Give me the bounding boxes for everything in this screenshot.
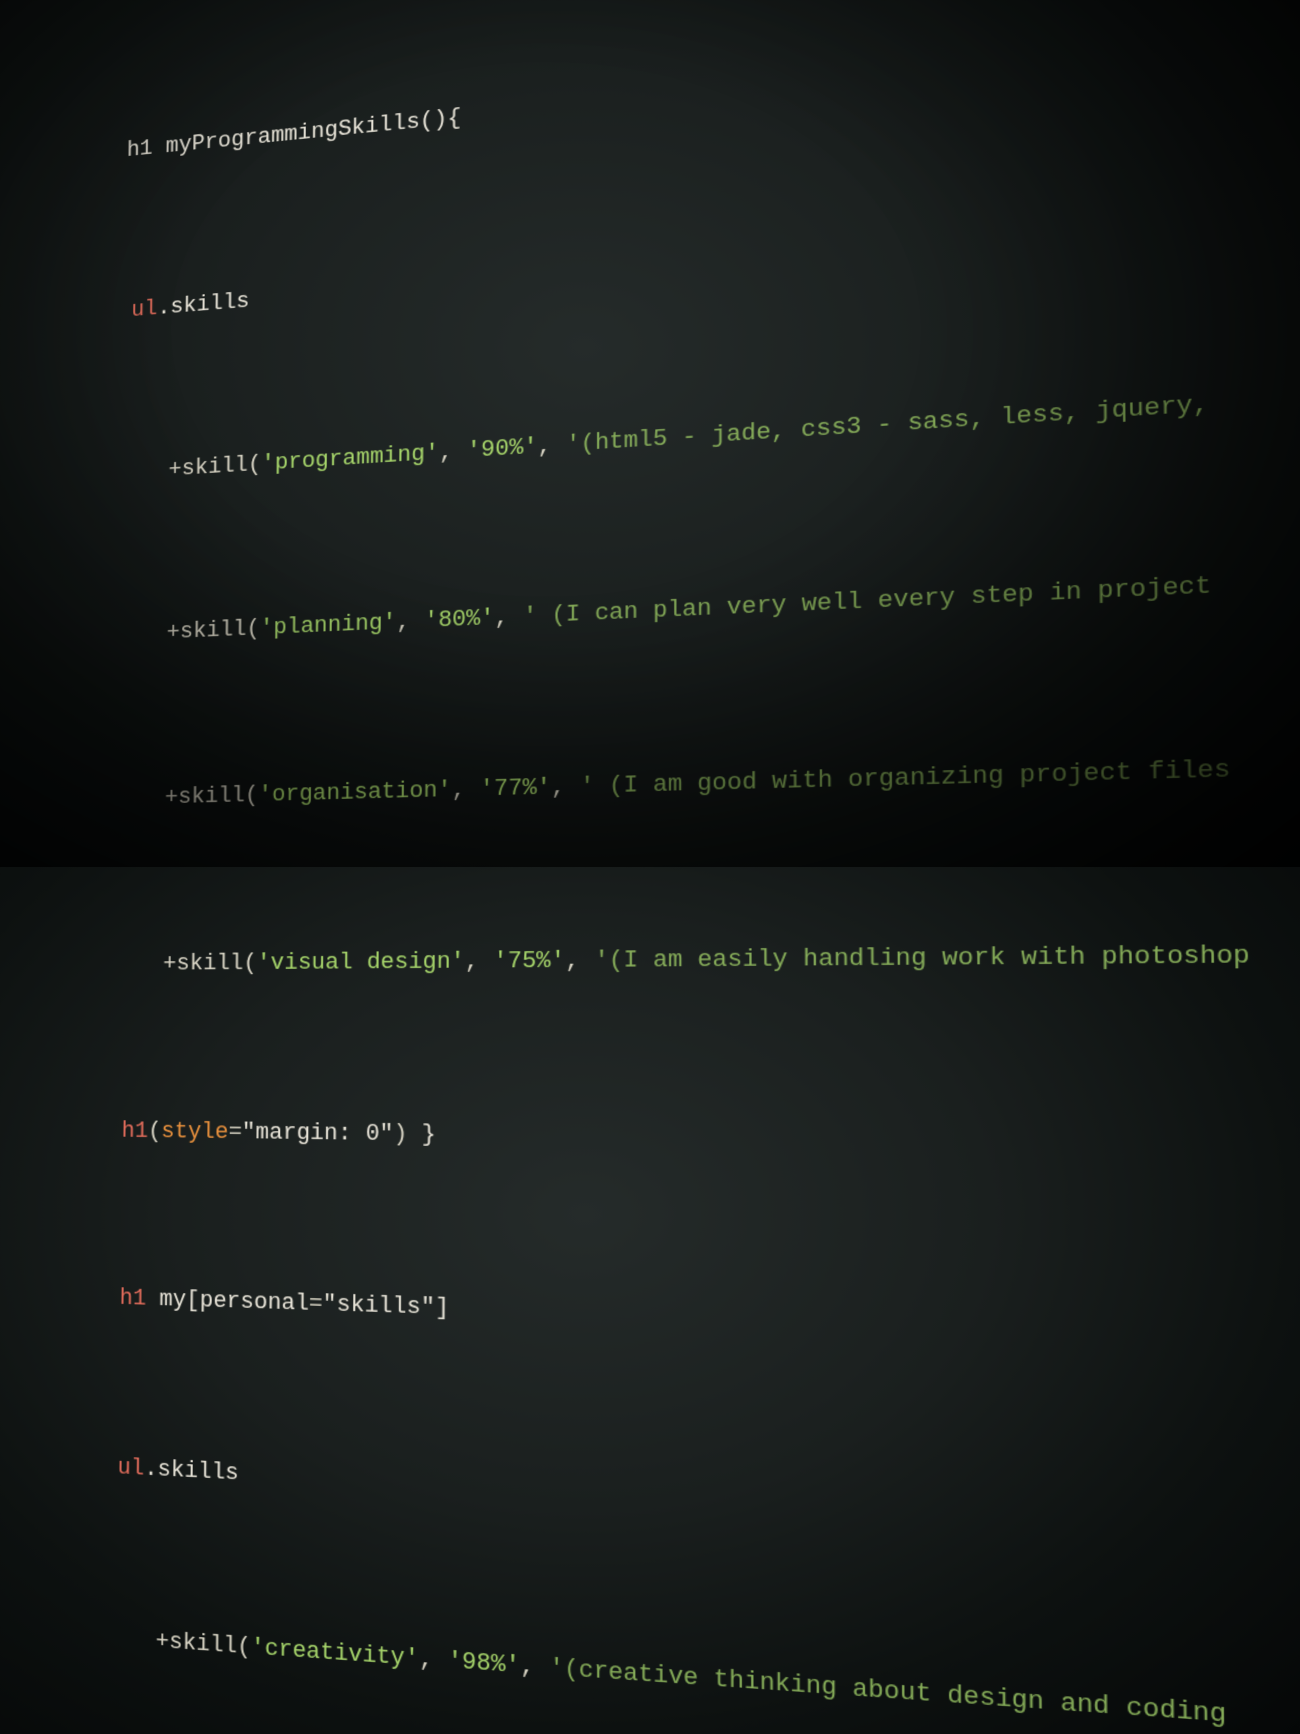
- token-attr-value: "skills": [323, 1291, 435, 1321]
- token-comma: ,: [537, 432, 566, 460]
- token-class: .skills: [144, 1456, 239, 1487]
- token-brace: }: [408, 1121, 436, 1148]
- code-editor-viewport: h1 myProgrammingSkills(){ ul.skills +ski…: [77, 0, 1300, 1734]
- code-line: +skill('planning', '80%', ' (I can plan …: [95, 541, 1300, 657]
- token-string: '(I am easily handling work with photosh…: [594, 942, 1250, 974]
- token-string: '77%': [480, 775, 551, 803]
- token-eq: =: [228, 1119, 242, 1145]
- code-line: h1 myProgrammingSkills(){: [101, 0, 1300, 174]
- token-string: '75%': [493, 947, 565, 974]
- token-attr: style: [161, 1118, 228, 1145]
- token-string: 'creativity': [251, 1634, 419, 1673]
- token-paren: (: [245, 782, 259, 808]
- token-string: ' (I can plan very well every step in pr…: [523, 573, 1212, 631]
- token-comma: ,: [494, 604, 522, 631]
- token-tag: h1: [119, 1285, 146, 1312]
- token-string: 'visual design': [257, 948, 465, 976]
- code-line: ul.skills: [84, 1446, 1300, 1575]
- token-brace: (){: [420, 105, 462, 134]
- token-string: '80%': [424, 605, 494, 634]
- token-paren: (: [248, 451, 262, 477]
- token-mixin: +skill: [163, 950, 244, 976]
- token-string: 'programming': [261, 440, 439, 477]
- token-mixin: +skill: [165, 783, 245, 811]
- token-comma: ,: [419, 1645, 448, 1674]
- code-line: +skill('organisation', '77%', ' (I am go…: [93, 734, 1300, 821]
- token-string: '98%': [448, 1647, 520, 1679]
- token-attr-value: "margin: 0": [242, 1119, 394, 1147]
- token-comma: ,: [551, 774, 580, 801]
- code-line: +skill('creativity', '98%', '(creative t…: [82, 1615, 1300, 1734]
- token-paren: (: [237, 1633, 251, 1661]
- token-eq: =: [309, 1291, 323, 1318]
- code-line: ul.skills: [99, 160, 1300, 334]
- code-line: +skill('programming', '90%', '(html5 - j…: [97, 350, 1300, 495]
- code-line: h1(style="margin: 0") }: [88, 1110, 1300, 1175]
- token-comma: ,: [465, 948, 494, 975]
- token-paren: (: [246, 616, 260, 642]
- token-mixin: +skill: [168, 452, 248, 482]
- token-tag: ul: [131, 296, 157, 323]
- token-string: ' (I am good with organizing project fil…: [580, 756, 1231, 800]
- token-string: '90%': [467, 433, 538, 463]
- token-text: ]: [435, 1295, 449, 1322]
- token-paren: (: [243, 950, 257, 976]
- token-paren: (: [148, 1118, 162, 1144]
- token-function: myProgrammingSkills: [166, 109, 420, 159]
- token-mixin: +skill: [156, 1628, 238, 1660]
- token-tag: h1: [121, 1118, 148, 1144]
- token-tag: ul: [117, 1455, 144, 1482]
- token-comma: ,: [396, 609, 424, 636]
- token-comma: ,: [565, 947, 594, 974]
- token-string: 'organisation': [258, 777, 451, 808]
- token-string: '(creative thinking about design and cod…: [549, 1654, 1226, 1729]
- token-string: '(html5 - jade, css3 - sass, less, jquer…: [566, 390, 1209, 457]
- code-line: +skill('visual design', '75%', '(I am ea…: [91, 929, 1300, 986]
- token-text: h1: [101, 135, 166, 166]
- token-comma: ,: [520, 1652, 549, 1682]
- token-mixin: +skill: [167, 617, 247, 646]
- token-comma: ,: [439, 438, 467, 466]
- token-attr: personal: [200, 1288, 309, 1318]
- token-class: .skills: [157, 288, 249, 320]
- code-line: h1 my[personal="skills"]: [86, 1277, 1300, 1374]
- token-paren: ): [393, 1121, 407, 1148]
- token-string: 'planning': [260, 610, 397, 642]
- token-text: my[: [146, 1286, 200, 1314]
- token-comma: ,: [451, 776, 479, 803]
